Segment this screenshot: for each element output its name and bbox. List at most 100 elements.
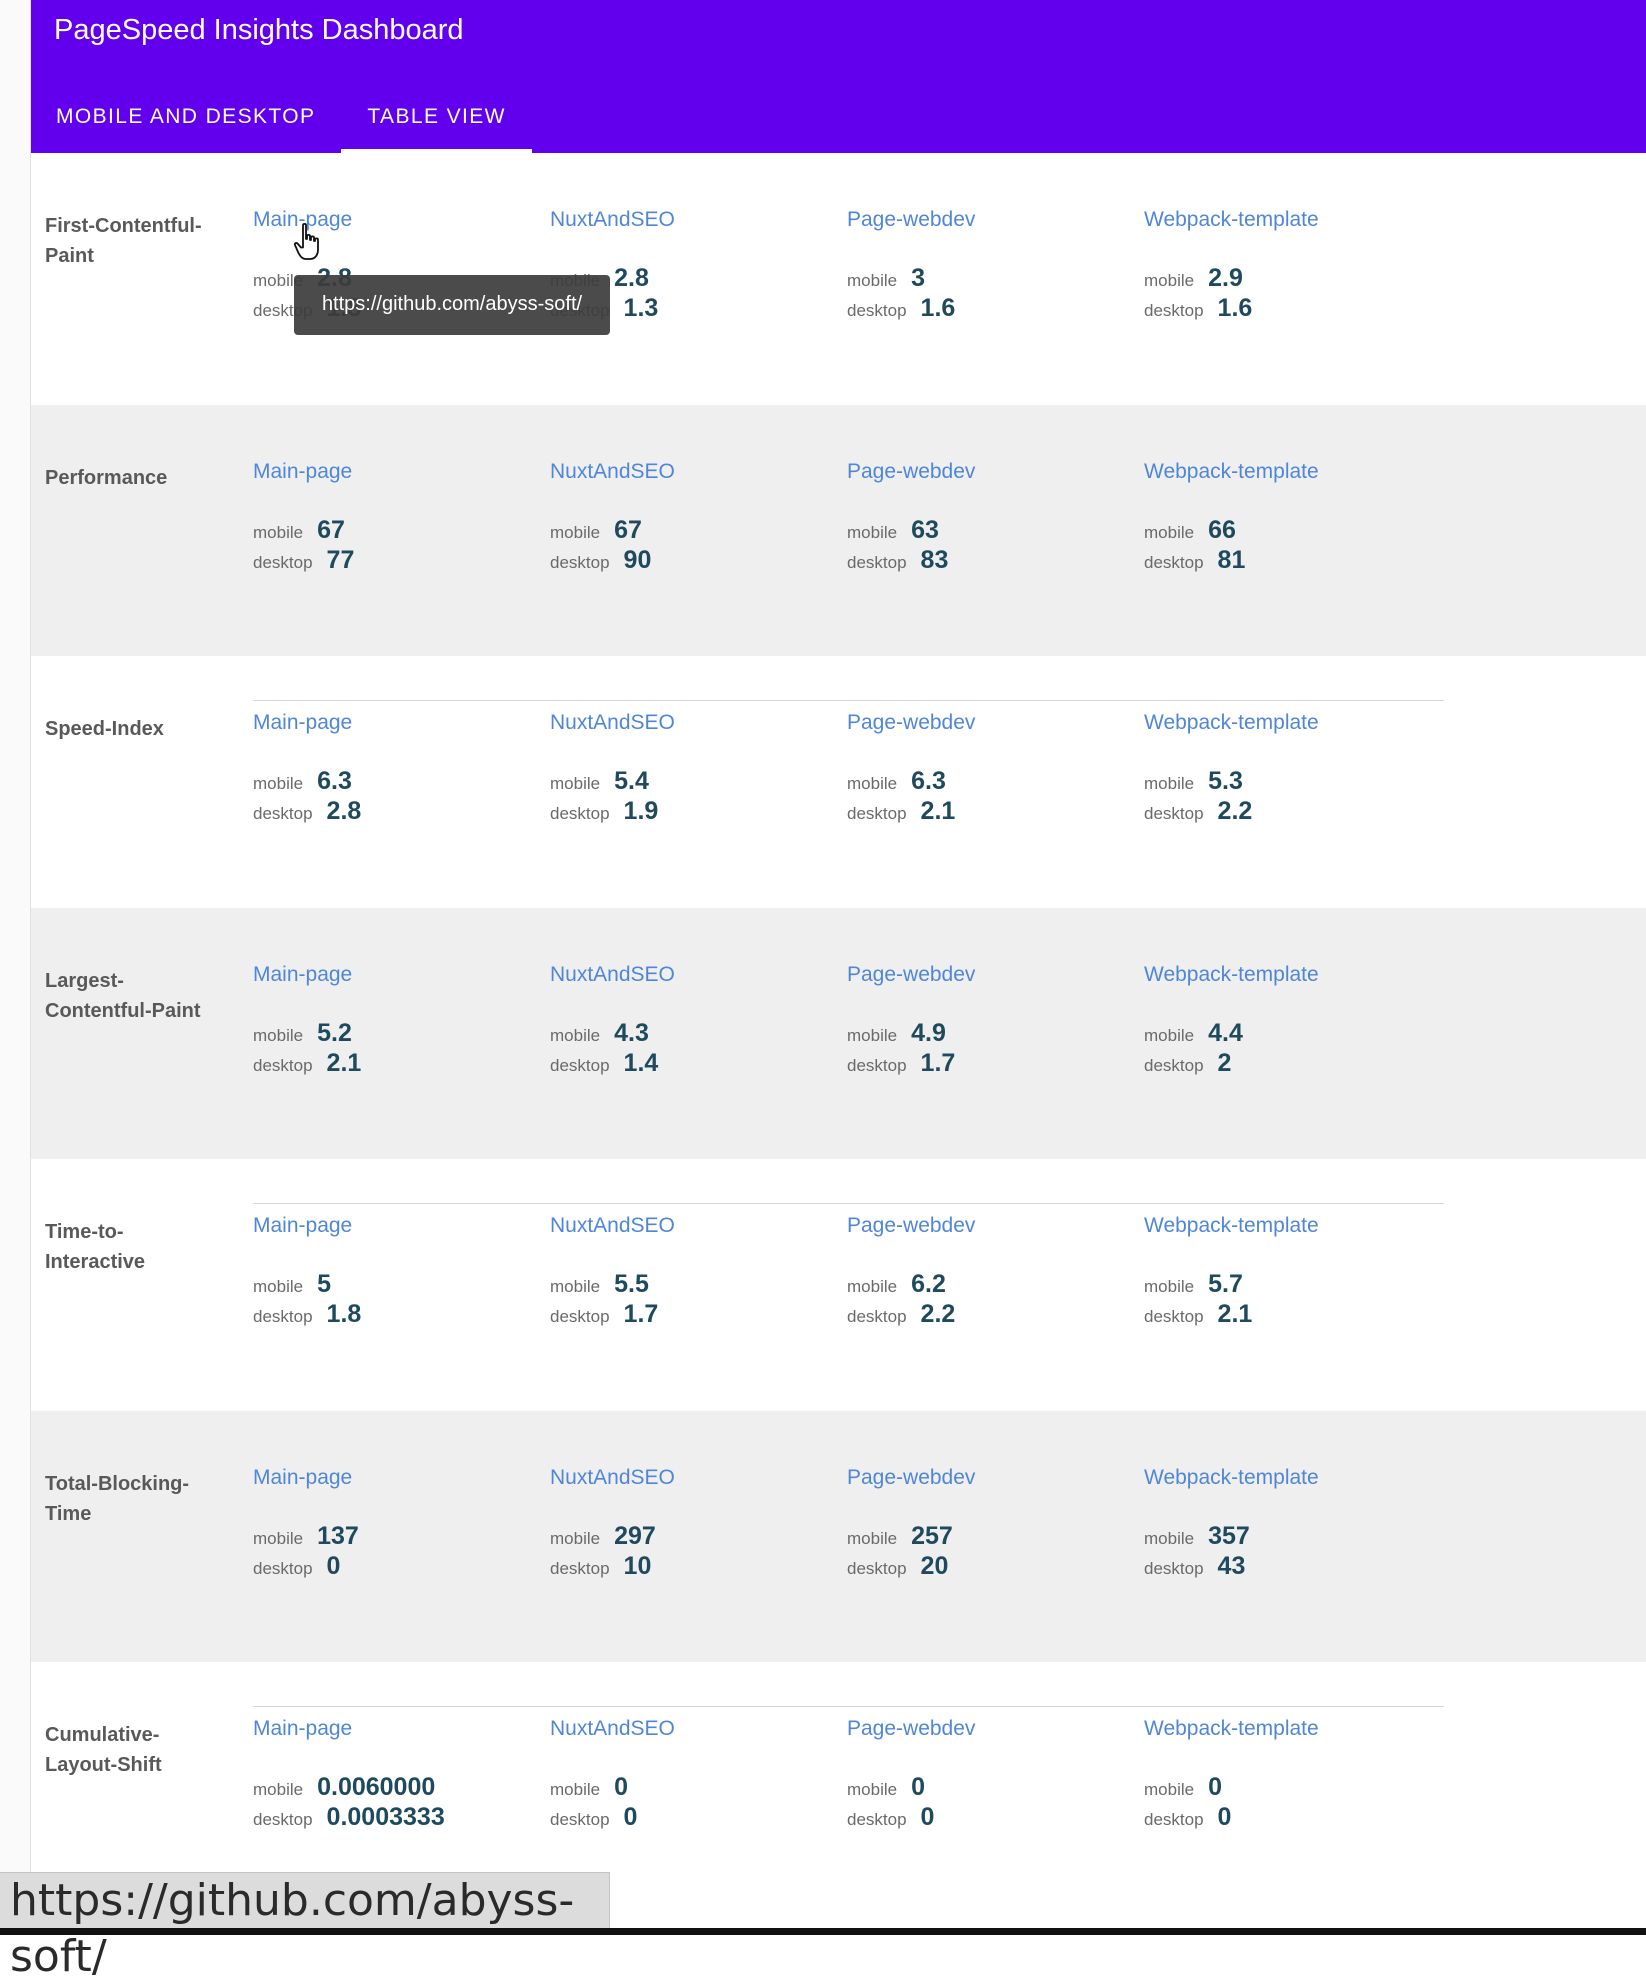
mobile-label: mobile bbox=[1144, 774, 1195, 793]
mobile-value: 66 bbox=[1208, 515, 1236, 544]
site-link[interactable]: Webpack-template bbox=[1144, 711, 1319, 735]
site-link[interactable]: NuxtAndSEO bbox=[550, 1717, 675, 1741]
desktop-label: desktop bbox=[253, 1810, 313, 1829]
site-link[interactable]: NuxtAndSEO bbox=[550, 1214, 675, 1238]
mobile-row: mobile 5 bbox=[253, 1270, 543, 1300]
desktop-row: desktop 81 bbox=[1144, 546, 1434, 576]
site-link[interactable]: Webpack-template bbox=[1144, 963, 1319, 987]
site-cell: Webpack-template mobile 66 desktop 81 bbox=[1144, 460, 1434, 576]
desktop-value: 43 bbox=[1217, 1551, 1246, 1580]
site-link[interactable]: Page-webdev bbox=[847, 208, 975, 232]
mobile-label: mobile bbox=[847, 1277, 898, 1296]
site-link[interactable]: NuxtAndSEO bbox=[550, 208, 675, 232]
desktop-label: desktop bbox=[550, 804, 610, 823]
mobile-value: 4.3 bbox=[614, 1018, 649, 1047]
mobile-value: 0 bbox=[614, 1773, 628, 1801]
desktop-row: desktop 1.7 bbox=[847, 1049, 1137, 1079]
desktop-label: desktop bbox=[847, 301, 907, 320]
desktop-label: desktop bbox=[550, 552, 610, 572]
site-link[interactable]: Webpack-template bbox=[1144, 208, 1319, 232]
mobile-label: mobile bbox=[847, 1780, 898, 1799]
site-cell: Main-page mobile 67 desktop 77 bbox=[253, 460, 543, 576]
mobile-value: 137 bbox=[317, 1521, 359, 1550]
site-cell: Page-webdev mobile 0 desktop 0 bbox=[847, 1717, 1137, 1833]
desktop-value: 2.1 bbox=[326, 1048, 362, 1077]
desktop-label: desktop bbox=[550, 1810, 610, 1829]
desktop-value: 83 bbox=[920, 545, 949, 574]
site-link[interactable]: Main-page bbox=[253, 1466, 352, 1490]
site-cell: Page-webdev mobile 3 desktop 1.6 bbox=[847, 208, 1137, 324]
site-cell: Webpack-template mobile 357 desktop 43 bbox=[1144, 1466, 1434, 1582]
desktop-row: desktop 1.7 bbox=[550, 1300, 840, 1330]
site-link[interactable]: Page-webdev bbox=[847, 711, 975, 735]
bottom-window-edge bbox=[0, 1928, 1646, 1935]
values-block: mobile 357 desktop 43 bbox=[1144, 1522, 1434, 1582]
metric-name: First-Contentful- Paint bbox=[45, 215, 202, 267]
values-block: mobile 0 desktop 0 bbox=[1144, 1773, 1434, 1833]
mobile-row: mobile 2.9 bbox=[1144, 264, 1434, 294]
desktop-value: 1.6 bbox=[920, 294, 956, 322]
site-link[interactable]: Main-page bbox=[253, 963, 352, 987]
site-link[interactable]: NuxtAndSEO bbox=[550, 460, 675, 484]
mobile-label: mobile bbox=[847, 1025, 898, 1045]
mobile-label: mobile bbox=[847, 774, 898, 793]
site-link[interactable]: Page-webdev bbox=[847, 963, 975, 987]
site-link[interactable]: Main-page bbox=[253, 1717, 352, 1741]
mobile-row: mobile 0.0060000 bbox=[253, 1773, 543, 1803]
mobile-row: mobile 0 bbox=[1144, 1773, 1434, 1803]
site-link[interactable]: NuxtAndSEO bbox=[550, 963, 675, 987]
site-link[interactable]: NuxtAndSEO bbox=[550, 711, 675, 735]
values-block: mobile 297 desktop 10 bbox=[550, 1522, 840, 1582]
values-block: mobile 67 desktop 90 bbox=[550, 516, 840, 576]
desktop-label: desktop bbox=[847, 1558, 907, 1578]
site-cell: Page-webdev mobile 63 desktop 83 bbox=[847, 460, 1137, 576]
desktop-row: desktop 1.6 bbox=[847, 294, 1137, 324]
site-link[interactable]: Webpack-template bbox=[1144, 1466, 1319, 1490]
mobile-row: mobile 67 bbox=[253, 516, 543, 546]
mobile-value: 5.2 bbox=[317, 1018, 352, 1047]
site-link[interactable]: Main-page bbox=[253, 460, 352, 484]
mobile-label: mobile bbox=[253, 1277, 304, 1296]
tab-table-view[interactable]: TABLE VIEW bbox=[341, 85, 532, 153]
site-link[interactable]: Page-webdev bbox=[847, 1717, 975, 1741]
desktop-label: desktop bbox=[1144, 1810, 1204, 1829]
mobile-label: mobile bbox=[253, 1025, 304, 1045]
site-link[interactable]: Page-webdev bbox=[847, 1466, 975, 1490]
desktop-value: 0.0003333 bbox=[326, 1803, 445, 1831]
tab-mobile-and-desktop[interactable]: MOBILE AND DESKTOP bbox=[30, 85, 341, 153]
mobile-value: 0.0060000 bbox=[317, 1773, 436, 1801]
mobile-label: mobile bbox=[847, 271, 898, 290]
mobile-row: mobile 66 bbox=[1144, 516, 1434, 546]
mobile-label: mobile bbox=[1144, 1780, 1195, 1799]
desktop-value: 20 bbox=[920, 1551, 949, 1580]
mobile-row: mobile 137 bbox=[253, 1522, 543, 1552]
mobile-value: 63 bbox=[911, 515, 939, 544]
mobile-row: mobile 257 bbox=[847, 1522, 1137, 1552]
mobile-label: mobile bbox=[1144, 522, 1195, 542]
site-link[interactable]: Page-webdev bbox=[847, 1214, 975, 1238]
desktop-row: desktop 0 bbox=[847, 1803, 1137, 1833]
site-link[interactable]: Page-webdev bbox=[847, 460, 975, 484]
site-link[interactable]: Webpack-template bbox=[1144, 460, 1319, 484]
mobile-value: 5.4 bbox=[614, 767, 649, 795]
left-window-edge bbox=[0, 0, 31, 1935]
site-link[interactable]: NuxtAndSEO bbox=[550, 1466, 675, 1490]
site-cell: Webpack-template mobile 4.4 desktop 2 bbox=[1144, 963, 1434, 1079]
mobile-label: mobile bbox=[253, 1528, 304, 1548]
mobile-value: 5.5 bbox=[614, 1270, 649, 1298]
mobile-value: 3 bbox=[911, 264, 925, 292]
mobile-value: 0 bbox=[1208, 1773, 1222, 1801]
values-block: mobile 5.7 desktop 2.1 bbox=[1144, 1270, 1434, 1330]
site-link[interactable]: Webpack-template bbox=[1144, 1717, 1319, 1741]
mobile-label: mobile bbox=[550, 522, 601, 542]
desktop-label: desktop bbox=[550, 1055, 610, 1075]
mobile-row: mobile 6.3 bbox=[253, 767, 543, 797]
site-link[interactable]: Main-page bbox=[253, 1214, 352, 1238]
metric-name: Time-to- Interactive bbox=[45, 1221, 146, 1273]
site-cell: Webpack-template mobile 0 desktop 0 bbox=[1144, 1717, 1434, 1833]
site-link[interactable]: Webpack-template bbox=[1144, 1214, 1319, 1238]
mobile-value: 4.4 bbox=[1208, 1018, 1243, 1047]
desktop-value: 77 bbox=[326, 545, 355, 574]
site-link[interactable]: Main-page bbox=[253, 711, 352, 735]
mobile-row: mobile 3 bbox=[847, 264, 1137, 294]
